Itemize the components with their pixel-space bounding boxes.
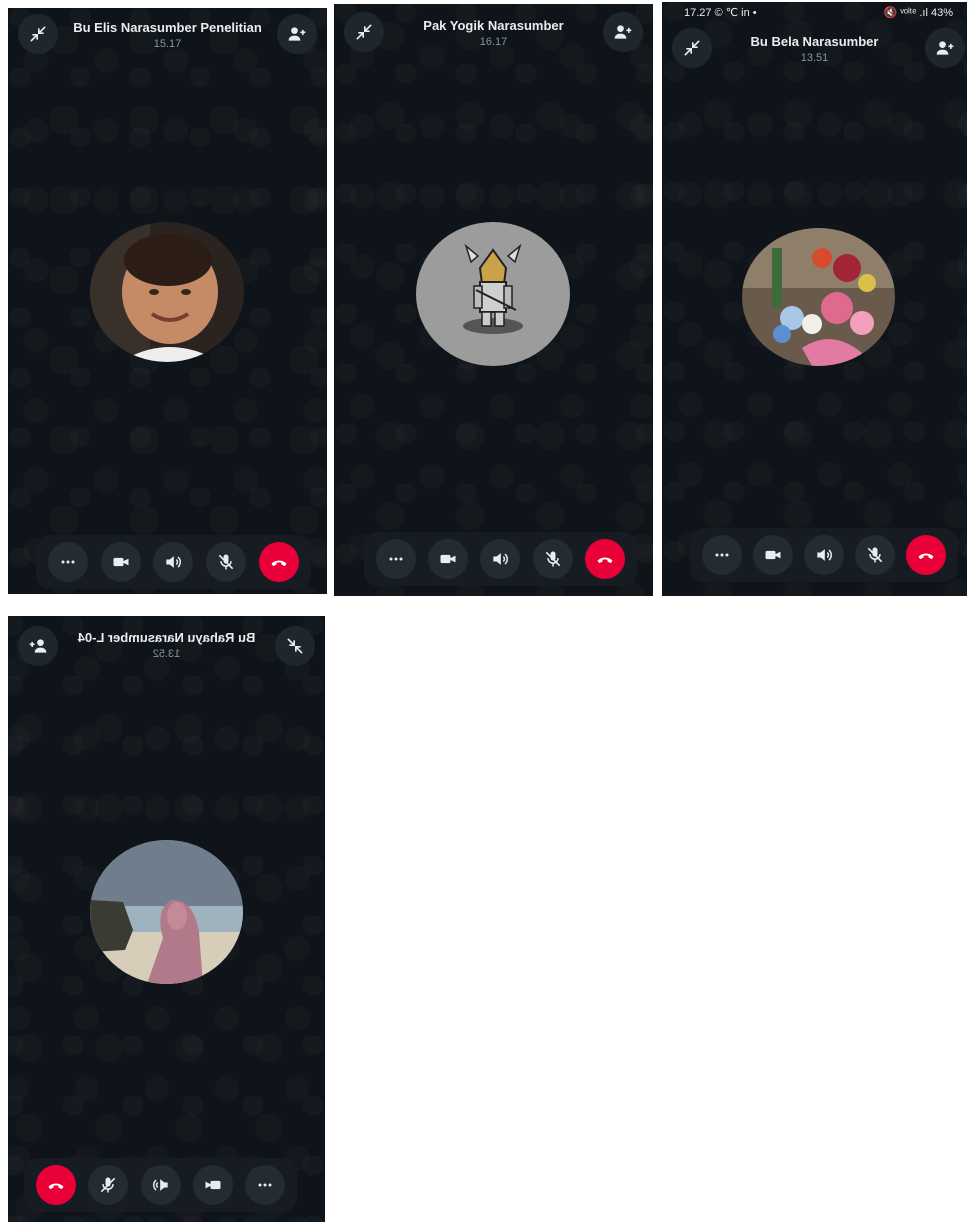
caller-info: Bu Elis Narasumber Penelitian 15.17 <box>68 20 267 50</box>
status-bar: 17.27 © ℃ in • 🔇 ᵛᵒˡᵗᵉ .ıl 43% <box>662 2 967 22</box>
minimize-button[interactable] <box>672 28 712 68</box>
add-participant-icon <box>614 25 632 39</box>
add-participant-icon <box>29 639 47 653</box>
minimize-icon <box>287 638 303 654</box>
minimize-icon <box>684 40 700 56</box>
mute-button[interactable] <box>206 542 247 582</box>
caller-info: Pak Yogik Narasumber 16.17 <box>394 18 593 48</box>
caller-avatar <box>90 840 243 984</box>
more-icon <box>61 560 75 564</box>
more-button[interactable] <box>244 1165 285 1205</box>
call-controls <box>364 532 637 586</box>
call-time: 16.17 <box>479 36 508 48</box>
speaker-button[interactable] <box>803 535 844 575</box>
speaker-button[interactable] <box>153 542 194 582</box>
minimize-button[interactable] <box>275 626 315 666</box>
more-icon <box>715 553 729 557</box>
minimize-button[interactable] <box>18 14 58 54</box>
video-icon <box>440 554 456 564</box>
video-icon <box>205 1180 221 1190</box>
minimize-icon <box>356 24 372 40</box>
add-participant-button[interactable] <box>277 14 317 54</box>
video-icon <box>765 550 781 560</box>
caller-avatar <box>742 228 895 366</box>
call-time: 13.52 <box>152 648 181 660</box>
speaker-icon <box>152 1179 168 1191</box>
speaker-icon <box>493 553 509 565</box>
video-icon <box>113 557 129 567</box>
call-screen-2: Pak Yogik Narasumber 16.17 <box>334 4 653 596</box>
speaker-icon <box>166 556 182 568</box>
caller-name: Bu Rahayu Narasumber L-04 <box>77 630 256 645</box>
call-screen-4: Bu Rahayu Narasumber L-04 13.52 <box>8 616 325 1222</box>
minimize-icon <box>30 26 46 42</box>
more-button[interactable] <box>701 535 742 575</box>
call-controls <box>690 528 958 582</box>
caller-info: Bu Rahayu Narasumber L-04 13.52 <box>68 630 265 660</box>
mute-button[interactable] <box>855 535 896 575</box>
caller-avatar <box>90 222 244 362</box>
mic-off-icon <box>545 551 560 567</box>
more-icon <box>389 557 403 561</box>
status-left: 17.27 © ℃ in • <box>684 6 757 19</box>
status-notification-icons: © ℃ in • <box>714 7 757 19</box>
end-call-button[interactable] <box>36 1165 77 1205</box>
mic-off-icon <box>218 554 234 570</box>
video-button[interactable] <box>100 542 141 582</box>
call-time: 15.17 <box>153 38 182 50</box>
minimize-button[interactable] <box>344 12 384 52</box>
caller-name: Bu Bela Narasumber <box>750 34 879 49</box>
caller-avatar <box>416 222 570 366</box>
more-button[interactable] <box>376 539 417 579</box>
flowers-photo <box>742 228 895 366</box>
speaker-icon <box>817 549 832 561</box>
knight-avatar <box>416 222 570 366</box>
add-participant-button[interactable] <box>603 12 643 52</box>
call-controls <box>24 1158 297 1212</box>
end-call-icon <box>918 553 934 560</box>
more-icon <box>258 1183 272 1187</box>
call-screen-3: 17.27 © ℃ in • 🔇 ᵛᵒˡᵗᵉ .ıl 43% Bu Bela N… <box>662 2 967 596</box>
add-participant-button[interactable] <box>18 626 58 666</box>
call-controls <box>36 535 311 589</box>
caller-info: Bu Bela Narasumber 13.51 <box>722 34 907 64</box>
mic-off-icon <box>101 1177 116 1193</box>
add-participant-button[interactable] <box>925 28 965 68</box>
end-call-button[interactable] <box>258 542 299 582</box>
status-time: 17.27 <box>684 7 712 19</box>
add-participant-icon <box>936 41 954 55</box>
end-call-button[interactable] <box>906 535 947 575</box>
video-button[interactable] <box>752 535 793 575</box>
status-signal-icons: 🔇 ᵛᵒˡᵗᵉ .ıl <box>883 7 928 19</box>
mic-off-icon <box>867 547 883 563</box>
status-right: 🔇 ᵛᵒˡᵗᵉ .ıl 43% <box>884 6 953 19</box>
video-button[interactable] <box>428 539 469 579</box>
end-call-icon <box>597 557 613 564</box>
more-button[interactable] <box>48 542 89 582</box>
mute-button[interactable] <box>532 539 573 579</box>
call-time: 13.51 <box>800 52 829 64</box>
mute-button[interactable] <box>88 1165 129 1205</box>
end-call-icon <box>271 560 287 567</box>
call-screen-1: Bu Elis Narasumber Penelitian 15.17 <box>8 8 327 594</box>
battery-level: 43% <box>930 7 953 19</box>
speaker-button[interactable] <box>140 1165 181 1205</box>
caller-name: Bu Elis Narasumber Penelitian <box>73 20 262 35</box>
speaker-button[interactable] <box>480 539 521 579</box>
add-participant-icon <box>288 27 306 41</box>
caller-name: Pak Yogik Narasumber <box>423 18 564 33</box>
end-call-icon <box>48 1183 64 1190</box>
video-button[interactable] <box>192 1165 233 1205</box>
end-call-button[interactable] <box>584 539 625 579</box>
beach-hijab-photo <box>90 840 243 984</box>
baby-photo <box>90 222 244 362</box>
